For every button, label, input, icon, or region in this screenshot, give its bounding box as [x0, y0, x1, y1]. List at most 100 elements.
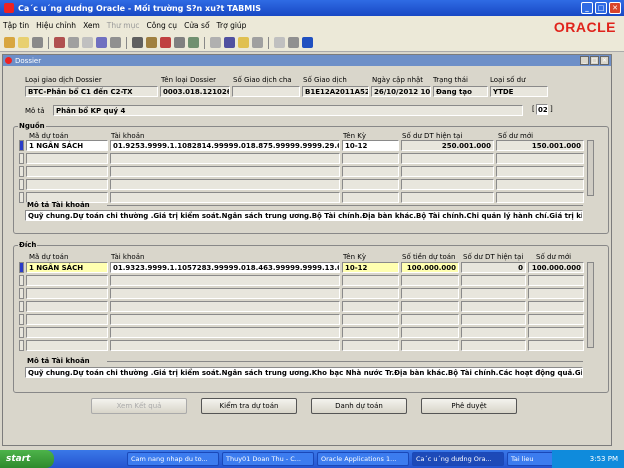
target-budget-amount-cell[interactable] [401, 314, 459, 325]
target-budget-code-cell[interactable]: 1 NGÂN SÁCH [26, 262, 108, 273]
target-account-cell[interactable] [110, 314, 340, 325]
target-new-balance-cell[interactable] [528, 314, 584, 325]
balance-type-field[interactable]: YTDE [490, 86, 548, 97]
menu-item-3[interactable]: Thư mục [107, 21, 140, 30]
source-current-balance-cell[interactable] [401, 179, 494, 190]
target-account-cell[interactable] [110, 288, 340, 299]
target-period-cell[interactable]: 10-12 [342, 262, 399, 273]
parent-txn-no-field[interactable] [232, 86, 300, 97]
source-account-cell[interactable] [110, 166, 340, 177]
row-marker[interactable] [19, 288, 24, 299]
target-budget-code-cell[interactable] [26, 327, 108, 338]
row-marker[interactable] [19, 314, 24, 325]
taskbar-task[interactable]: Oracle Applications 1... [317, 452, 409, 466]
target-new-balance-cell[interactable]: 100.000.000 [528, 262, 584, 273]
target-budget-amount-cell[interactable] [401, 340, 459, 351]
toolbar-tool-icon[interactable] [252, 37, 263, 48]
source-current-balance-cell[interactable] [401, 192, 494, 203]
toolbar-tool-icon[interactable] [4, 37, 15, 48]
menu-item-2[interactable]: Xem [83, 21, 100, 30]
target-budget-amount-cell[interactable] [401, 327, 459, 338]
budget-list-button[interactable]: Danh dự toán [311, 398, 407, 414]
target-account-cell[interactable] [110, 275, 340, 286]
source-account-cell[interactable] [110, 179, 340, 190]
target-budget-amount-cell[interactable] [401, 275, 459, 286]
source-account-cell[interactable] [110, 153, 340, 164]
start-button[interactable]: start [0, 450, 54, 468]
toolbar-tool-icon[interactable] [68, 37, 79, 48]
menu-item-0[interactable]: Tập tin [3, 21, 29, 30]
target-new-balance-cell[interactable] [528, 340, 584, 351]
taskbar-task[interactable]: Tai lieu [507, 452, 557, 466]
source-budget-code-cell[interactable]: 1 NGÂN SÁCH [26, 140, 108, 151]
target-new-balance-cell[interactable] [528, 301, 584, 312]
toolbar-tool-icon[interactable] [238, 37, 249, 48]
source-budget-code-cell[interactable] [26, 153, 108, 164]
target-new-balance-cell[interactable] [528, 275, 584, 286]
target-period-cell[interactable] [342, 301, 399, 312]
menu-item-1[interactable]: Hiệu chỉnh [36, 21, 76, 30]
target-account-cell[interactable]: 01.9323.9999.1.1057283.99999.018.463.999… [110, 262, 340, 273]
source-period-cell[interactable]: 10-12 [342, 140, 399, 151]
taskbar-task[interactable]: Cam nang nhap du to... [127, 452, 219, 466]
dossier-type-field[interactable]: BTC-Phân bổ C1 đến C2-TX [25, 86, 158, 97]
toolbar-tool-icon[interactable] [54, 37, 65, 48]
target-period-cell[interactable] [342, 288, 399, 299]
source-current-balance-cell[interactable] [401, 166, 494, 177]
status-field[interactable]: Đang tạo [433, 86, 488, 97]
target-period-cell[interactable] [342, 327, 399, 338]
maximize-button[interactable]: □ [595, 2, 607, 14]
menu-item-5[interactable]: Cửa sổ [184, 21, 209, 30]
source-new-balance-cell[interactable]: 150.001.000 [496, 140, 584, 151]
description-field[interactable]: Phân bổ KP quý 4 [53, 105, 523, 116]
target-period-cell[interactable] [342, 314, 399, 325]
row-marker[interactable] [19, 327, 24, 338]
target-budget-code-cell[interactable] [26, 301, 108, 312]
source-new-balance-cell[interactable] [496, 166, 584, 177]
menu-item-4[interactable]: Công cụ [146, 21, 177, 30]
taskbar-task[interactable]: Ca´c u´ng dưd́ng Ora... [412, 452, 504, 466]
row-marker[interactable] [19, 262, 24, 273]
row-marker[interactable] [19, 166, 24, 177]
source-new-balance-cell[interactable] [496, 192, 584, 203]
source-account-cell[interactable] [110, 192, 340, 203]
target-period-cell[interactable] [342, 340, 399, 351]
row-marker[interactable] [19, 179, 24, 190]
target-account-cell[interactable] [110, 340, 340, 351]
target-budget-amount-cell[interactable] [401, 301, 459, 312]
target-budget-amount-cell[interactable]: 100.000.000 [401, 262, 459, 273]
updated-date-field[interactable]: 26/10/2012 10:1 [371, 86, 431, 97]
target-account-cell[interactable] [110, 327, 340, 338]
target-new-balance-cell[interactable] [528, 288, 584, 299]
source-new-balance-cell[interactable] [496, 153, 584, 164]
approve-button[interactable]: Phê duyệt [421, 398, 517, 414]
source-account-cell[interactable]: 01.9253.9999.1.1082814.99999.018.875.999… [110, 140, 340, 151]
close-button[interactable]: ✕ [609, 2, 621, 14]
toolbar-tool-icon[interactable] [132, 37, 143, 48]
toolbar-tool-icon[interactable] [146, 37, 157, 48]
toolbar-tool-icon[interactable] [288, 37, 299, 48]
menu-item-6[interactable]: Trợ giúp [217, 21, 247, 30]
target-current-balance-cell[interactable] [461, 301, 526, 312]
toolbar-tool-icon[interactable] [224, 37, 235, 48]
target-scrollbar[interactable] [587, 262, 594, 348]
source-budget-code-cell[interactable] [26, 179, 108, 190]
source-period-cell[interactable] [342, 153, 399, 164]
target-current-balance-cell[interactable]: 0 [461, 262, 526, 273]
target-period-cell[interactable] [342, 275, 399, 286]
source-current-balance-cell[interactable]: 250.001.000 [401, 140, 494, 151]
toolbar-tool-icon[interactable] [110, 37, 121, 48]
toolbar-tool-icon[interactable] [160, 37, 171, 48]
row-marker[interactable] [19, 140, 24, 151]
source-budget-code-cell[interactable] [26, 166, 108, 177]
target-current-balance-cell[interactable] [461, 314, 526, 325]
dossier-type-name-field[interactable]: 0003.018.121026.k [160, 86, 230, 97]
txn-no-field[interactable]: B1E12A2011A52 [302, 86, 369, 97]
target-new-balance-cell[interactable] [528, 327, 584, 338]
target-current-balance-cell[interactable] [461, 340, 526, 351]
target-budget-code-cell[interactable] [26, 340, 108, 351]
source-period-cell[interactable] [342, 166, 399, 177]
source-current-balance-cell[interactable] [401, 153, 494, 164]
row-marker[interactable] [19, 153, 24, 164]
minimize-button[interactable]: _ [581, 2, 593, 14]
